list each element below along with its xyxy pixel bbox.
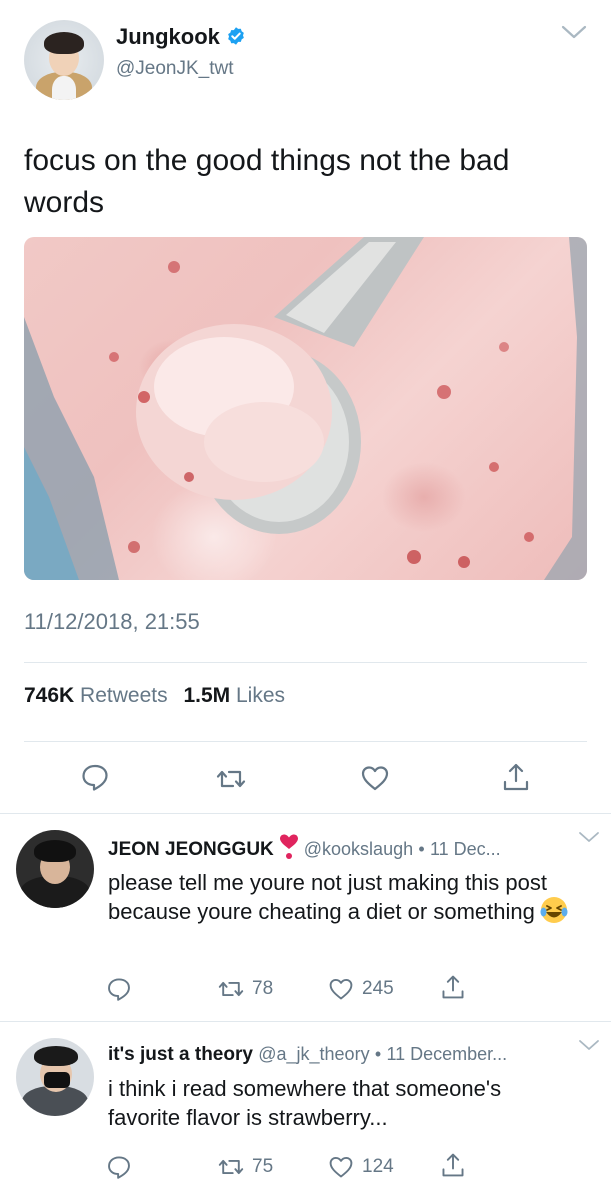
share-icon[interactable] <box>440 974 466 1000</box>
reply-button[interactable] <box>106 1154 132 1180</box>
retweet-button[interactable]: 75 <box>218 1154 273 1180</box>
retweet-button[interactable]: 78 <box>218 976 273 1002</box>
share-icon[interactable] <box>440 1152 466 1178</box>
author-avatar[interactable] <box>24 20 104 100</box>
reply-avatar[interactable] <box>16 830 94 908</box>
retweet-count: 78 <box>252 978 274 999</box>
reply-avatar[interactable] <box>16 1038 94 1116</box>
reply-date[interactable]: 11 December... <box>386 1044 507 1064</box>
reply-handle[interactable]: @a_jk_theory <box>258 1044 369 1064</box>
likes-count[interactable]: 1.5M <box>183 684 230 707</box>
reply-item[interactable]: JEON JEONGGUK @kookslaugh • 11 Dec... pl… <box>0 814 611 1022</box>
like-count: 124 <box>362 1156 394 1177</box>
like-icon[interactable] <box>328 1154 354 1180</box>
reply-text: i think i read somewhere that someone's … <box>108 1076 502 1130</box>
reply-button[interactable] <box>106 976 132 1002</box>
face-mask <box>44 1072 70 1088</box>
author-name[interactable]: Jungkook <box>116 24 246 50</box>
chevron-down-icon[interactable] <box>578 830 600 844</box>
reply-text: please tell me youre not just making thi… <box>108 868 578 928</box>
tweet-timestamp: 11/12/2018, 21:55 <box>24 609 200 634</box>
retweet-count: 75 <box>252 1156 274 1177</box>
like-icon[interactable] <box>328 976 354 1002</box>
retweet-icon[interactable] <box>218 1154 244 1180</box>
tweet-text: focus on the good things not the bad wor… <box>24 144 510 219</box>
like-button[interactable]: 245 <box>328 976 394 1002</box>
retweets-count[interactable]: 746K <box>24 684 74 707</box>
main-tweet: Jungkook @JeonJK_twt focus on the good t… <box>0 0 611 814</box>
share-icon[interactable] <box>501 762 531 792</box>
ice-cream-photo <box>24 237 587 580</box>
retweet-icon[interactable] <box>216 764 246 794</box>
tweet-stats: 746K Retweets 1.5M Likes <box>24 684 285 708</box>
reply-handle[interactable]: @kookslaugh <box>304 839 413 859</box>
reply-author-name[interactable]: it's just a theory <box>108 1044 253 1065</box>
like-icon[interactable] <box>360 763 390 793</box>
laughing-emoji-icon <box>540 897 568 924</box>
chevron-down-icon[interactable] <box>578 1038 600 1052</box>
share-button[interactable] <box>440 1152 466 1178</box>
reply-icon[interactable] <box>106 1154 132 1180</box>
likes-label[interactable]: Likes <box>236 684 285 707</box>
reply-text-content: please tell me youre not just making thi… <box>108 870 548 924</box>
reply-icon[interactable] <box>80 762 110 792</box>
reply-header: it's just a theory @a_jk_theory • 11 Dec… <box>108 1044 507 1066</box>
chevron-down-icon[interactable] <box>560 22 588 42</box>
divider <box>24 662 587 663</box>
reply-author-name[interactable]: JEON JEONGGUK <box>108 839 274 860</box>
divider <box>24 741 587 742</box>
tweet-photo[interactable] <box>24 237 587 580</box>
retweet-icon[interactable] <box>218 976 244 1002</box>
reply-header: JEON JEONGGUK @kookslaugh • 11 Dec... <box>108 834 501 864</box>
meta-separator: • <box>374 1044 382 1064</box>
verified-badge-icon <box>228 27 244 45</box>
retweets-label[interactable]: Retweets <box>80 684 168 707</box>
author-name-text[interactable]: Jungkook <box>116 24 220 49</box>
red-heart-icon <box>279 834 298 859</box>
meta-separator: • <box>418 839 425 860</box>
author-handle[interactable]: @JeonJK_twt <box>116 58 234 80</box>
like-button[interactable]: 124 <box>328 1154 394 1180</box>
reply-item[interactable]: it's just a theory @a_jk_theory • 11 Dec… <box>0 1022 611 1200</box>
reply-icon[interactable] <box>106 976 132 1002</box>
share-button[interactable] <box>440 974 466 1000</box>
like-count: 245 <box>362 978 394 999</box>
reply-date[interactable]: 11 Dec... <box>430 839 501 859</box>
